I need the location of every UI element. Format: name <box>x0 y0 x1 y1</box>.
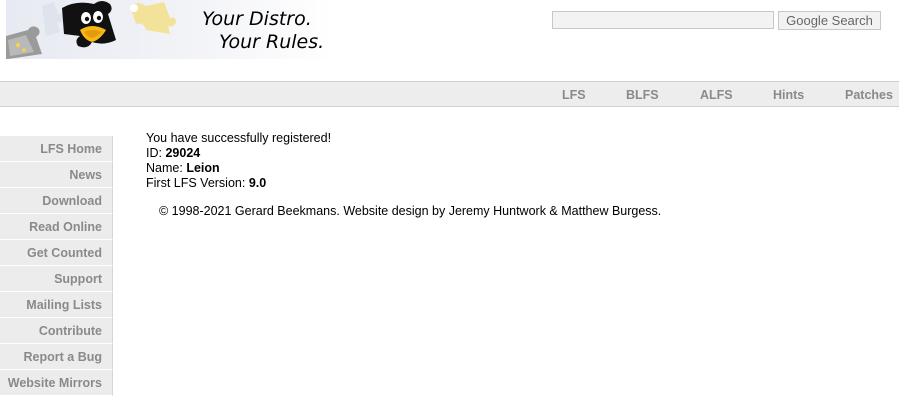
sidebar-item: Mailing Lists <box>0 292 113 318</box>
sidebar-link-news[interactable]: News <box>0 162 112 187</box>
sidebar-item: Download <box>0 188 113 214</box>
nav-lfs[interactable]: LFS <box>562 82 586 106</box>
id-value: 29024 <box>165 146 201 160</box>
sidebar-item: Report a Bug <box>0 344 113 370</box>
id-label: ID: <box>146 146 162 160</box>
nav-alfs[interactable]: ALFS <box>700 82 733 106</box>
success-message: You have successfully registered! <box>146 131 332 145</box>
sidebar-link-read-online[interactable]: Read Online <box>0 214 112 239</box>
google-search-button[interactable]: Google Search <box>778 11 881 30</box>
sidebar-item: Read Online <box>0 214 113 240</box>
sidebar-item: LFS Home <box>0 136 113 162</box>
sidebar-link-download[interactable]: Download <box>0 188 112 213</box>
copyright-footer: © 1998-2021 Gerard Beekmans. Website des… <box>159 204 662 218</box>
sidebar-item: Support <box>0 266 113 292</box>
sidebar-link-website-mirrors[interactable]: Website Mirrors <box>0 370 112 395</box>
sidebar-item: Website Mirrors <box>0 370 113 396</box>
first-lfs-version: First LFS Version: 9.0 <box>146 176 886 191</box>
nav-patches[interactable]: Patches <box>845 82 893 106</box>
sidebar-link-lfs-home[interactable]: LFS Home <box>0 136 112 161</box>
name-value: Leion <box>186 161 220 175</box>
site-banner[interactable]: Your Distro. Your Rules. <box>6 0 335 59</box>
registration-id: ID: 29024 <box>146 146 886 161</box>
sidebar-link-get-counted[interactable]: Get Counted <box>0 240 112 265</box>
version-value: 9.0 <box>248 176 267 190</box>
tux-puzzle-logo-icon <box>6 1 176 59</box>
sidebar-item: Get Counted <box>0 240 113 266</box>
version-label: First LFS Version: <box>146 176 246 190</box>
search-input[interactable] <box>552 11 774 29</box>
page: Your Distro. Your Rules. Google Search L… <box>0 0 899 403</box>
sidebar-link-report-a-bug[interactable]: Report a Bug <box>0 344 112 369</box>
sidebar-link-contribute[interactable]: Contribute <box>0 318 112 343</box>
sidebar-link-support[interactable]: Support <box>0 266 112 291</box>
nav-hints[interactable]: Hints <box>773 82 804 106</box>
nav-blfs[interactable]: BLFS <box>626 82 659 106</box>
sidebar-link-mailing-lists[interactable]: Mailing Lists <box>0 292 112 317</box>
top-navigation: LFS BLFS ALFS Hints Patches <box>0 81 899 107</box>
slogan-line-1: Your Distro. <box>202 8 312 30</box>
registration-result: You have successfully registered! ID: 29… <box>146 131 886 191</box>
registration-name: Name: Leion <box>146 161 886 176</box>
slogan-line-2: Your Rules. <box>219 31 325 53</box>
sidebar-menu: LFS Home News Download Read Online Get C… <box>0 136 113 396</box>
sidebar-item: Contribute <box>0 318 113 344</box>
name-label: Name: <box>146 161 183 175</box>
sidebar-item: News <box>0 162 113 188</box>
